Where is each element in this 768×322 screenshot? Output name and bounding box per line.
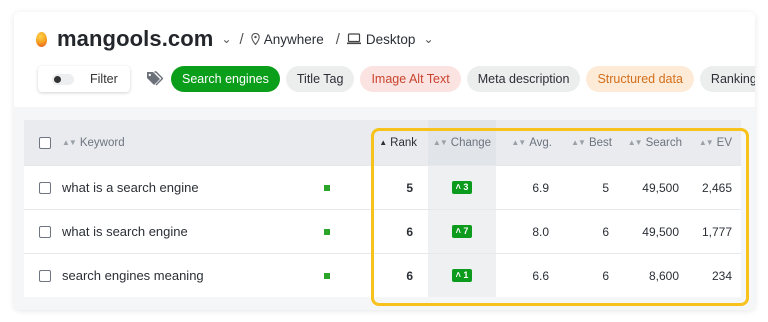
breadcrumb-separator: / xyxy=(239,30,244,48)
ranking-indicator-icon xyxy=(324,210,330,253)
filter-row: Filter Search engines Title Tag Image Al… xyxy=(38,66,755,92)
tag-image-alt-text[interactable]: Image Alt Text xyxy=(360,66,461,92)
highlight-box xyxy=(371,128,749,306)
header-keyword-label: Keyword xyxy=(79,136,125,149)
ranking-indicator-icon xyxy=(324,166,330,209)
header-keyword[interactable]: ▲▼ Keyword xyxy=(62,120,125,165)
breadcrumb-separator: / xyxy=(335,30,340,48)
domain-name: mangools.com xyxy=(57,26,214,51)
tag-title-tag[interactable]: Title Tag xyxy=(285,66,355,92)
row-checkbox-cell[interactable] xyxy=(39,166,51,209)
select-all-checkbox-cell[interactable] xyxy=(39,120,51,165)
tags-icon xyxy=(147,71,163,86)
select-all-checkbox[interactable] xyxy=(39,136,51,149)
tag-ranking-factors[interactable]: Ranking Factors xyxy=(699,66,755,92)
row-checkbox-cell[interactable] xyxy=(39,254,51,297)
tag-meta-description[interactable]: Meta description xyxy=(466,66,581,92)
location-selector[interactable]: Anywhere xyxy=(264,32,324,47)
device-selector[interactable]: Desktop xyxy=(366,32,416,47)
chevron-down-icon[interactable]: ⌄ xyxy=(423,32,433,46)
row-checkbox-cell[interactable] xyxy=(39,210,51,253)
row-checkbox[interactable] xyxy=(39,181,51,194)
mangools-logo-icon xyxy=(36,31,47,47)
monitor-icon xyxy=(346,33,361,45)
filter-toggle-button[interactable]: Filter xyxy=(38,66,130,92)
chevron-down-icon[interactable]: ⌄ xyxy=(221,32,231,46)
row-checkbox[interactable] xyxy=(39,225,51,238)
toggle-switch[interactable] xyxy=(52,73,74,85)
keyword-cell[interactable]: what is a search engine xyxy=(62,166,199,209)
map-pin-icon xyxy=(250,33,260,45)
tag-structured-data[interactable]: Structured data xyxy=(586,66,694,92)
filter-label: Filter xyxy=(90,72,118,86)
sort-icon: ▲▼ xyxy=(62,138,77,147)
ranking-indicator-icon xyxy=(324,254,330,297)
keyword-cell[interactable]: what is search engine xyxy=(62,210,188,253)
tag-search-engines[interactable]: Search engines xyxy=(171,66,280,92)
row-checkbox[interactable] xyxy=(39,269,51,282)
tracking-header: mangools.com ⌄ / Anywhere / Desktop ⌄ xyxy=(36,26,434,52)
keyword-cell[interactable]: search engines meaning xyxy=(62,254,204,297)
